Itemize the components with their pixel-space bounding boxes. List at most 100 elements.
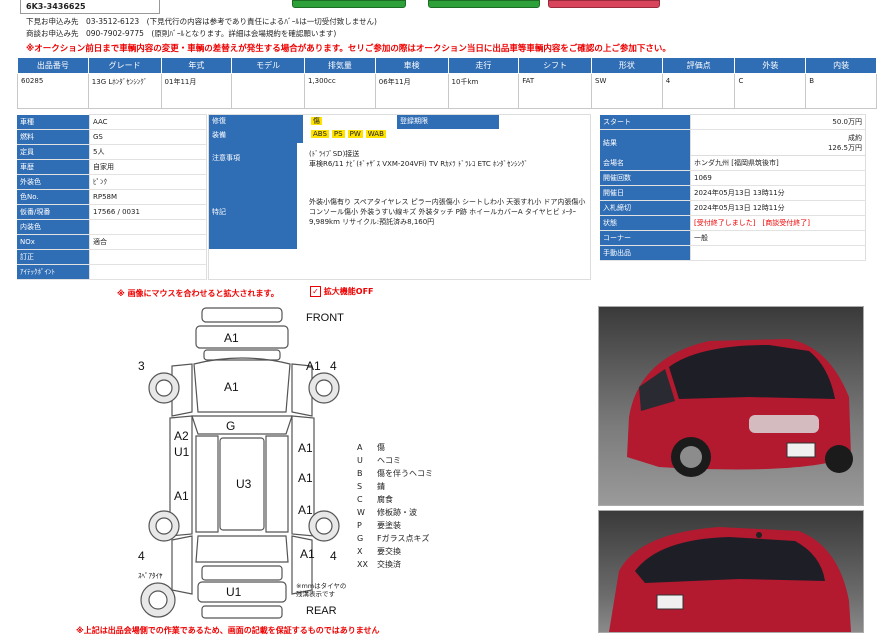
status-value: [受付終了しました] [商談受付終了]	[690, 215, 866, 231]
col-header: モデル	[231, 57, 305, 74]
legend-desc: 交換済	[377, 560, 401, 569]
corner-value: 一般	[690, 230, 866, 246]
col-header: シフト	[518, 57, 593, 74]
cell-shift: FAT	[518, 73, 593, 109]
equipment-label: 装備	[209, 129, 303, 143]
col-header: 評価点	[661, 57, 736, 74]
legend-desc: 傷を伴うヘコミ	[377, 469, 433, 478]
legend-desc: 錆	[377, 482, 385, 491]
cell-mileage: 10千km	[447, 73, 520, 109]
tire-tread: 4	[330, 359, 337, 373]
notes-text: (ﾄﾞﾗｲﾌﾞSD)接送 車検R6/11 ﾅﾋﾞ(ｷﾞｬｻﾞｽ VXM-204V…	[309, 150, 528, 168]
session-value: 1069	[690, 170, 866, 186]
cell-displacement: 1,300cc	[303, 73, 376, 109]
spec-value: ﾋﾟﾝｸ	[89, 174, 207, 190]
damage-mark: U3	[236, 477, 252, 491]
auction-warning: ※オークション前日まで車輌内容の変更・車輌の差替えが発生する場合があります。セリ…	[26, 44, 671, 54]
col-header: 形状	[591, 57, 663, 74]
col-header: 内装	[805, 57, 877, 74]
spare-label: ｽﾍﾟｱﾀｲﾔ	[138, 572, 163, 580]
damage-mark: A1	[298, 471, 313, 485]
auction-label: 手動出品	[600, 245, 691, 261]
green-button[interactable]	[292, 0, 406, 8]
spec-value	[89, 264, 207, 280]
date-value: 2024年05月13日 13時11分	[690, 185, 866, 201]
red-button[interactable]	[548, 0, 660, 8]
rear-label: REAR	[306, 605, 337, 617]
col-header: 外装	[734, 57, 807, 74]
equipment-item: PS	[331, 130, 345, 138]
tire-note: ※mmはタイヤの残溝表示です	[296, 582, 347, 598]
damage-mark: A1	[298, 503, 313, 517]
legend-code: W	[357, 508, 365, 517]
legend-desc: 要塗装	[377, 521, 401, 530]
auction-label: 会場名	[600, 155, 691, 171]
legend-code: X	[357, 547, 363, 556]
checkbox-icon[interactable]: ✓	[310, 286, 321, 297]
legend-code: U	[357, 456, 363, 465]
legend-code: XX	[357, 560, 368, 569]
zoom-toggle[interactable]: ✓ 拡大機能OFF	[310, 286, 374, 297]
spec-label: 仮番/現番	[17, 204, 90, 220]
spec-value	[89, 219, 207, 235]
col-header: 排気量	[303, 57, 376, 74]
spec-value: 5人	[89, 144, 207, 160]
car-photo-front[interactable]	[598, 306, 864, 506]
cell-year: 01年11月	[160, 73, 233, 109]
table-row: 60285 13G Lﾎﾝﾀﾞｾﾝｼﾝｸﾞ 01年11月 1,300cc 06年…	[17, 73, 877, 109]
spec-value: RP58M	[89, 189, 207, 205]
damage-mark: A1	[306, 359, 321, 373]
equipment-item: WAB	[365, 130, 386, 138]
spec-label: 訂正	[17, 249, 90, 265]
damage-mark: A1	[224, 331, 239, 345]
damage-mark: A1	[224, 380, 239, 394]
repair-label: 修復	[209, 115, 303, 129]
damage-mark: U1	[226, 585, 242, 599]
legend-code: S	[357, 482, 363, 491]
legend-code: A	[357, 443, 363, 452]
spec-label: 色No.	[17, 189, 90, 205]
cell-interior: B	[805, 73, 877, 109]
damage-mark: A1	[298, 441, 313, 455]
green-button-2[interactable]	[428, 0, 540, 8]
legend-desc: Fガラス点キズ	[377, 534, 430, 543]
legend-table: A 傷 U ヘコミ B 傷を伴うヘコミ S 錆 C 腐食 W 修板跡・波 P 要塗装 G Fガラ…	[356, 441, 472, 643]
legend-code: P	[357, 521, 362, 530]
auction-label: コーナー	[600, 230, 691, 246]
auction-label: スタート	[600, 114, 691, 130]
col-header: 車検	[374, 57, 449, 74]
cell-inspection: 06年11月	[374, 73, 449, 109]
tire-tread: 4	[330, 549, 337, 563]
result-value: 成約 126.5万円	[690, 129, 866, 156]
spec-value: GS	[89, 129, 207, 145]
auction-table: スタート 50.0万円 結果 成約 126.5万円 会場名 ホンダ九州 [福岡県筑後市]…	[600, 114, 866, 261]
remarks-label: 特記	[209, 173, 297, 249]
cell-exterior: C	[734, 73, 807, 109]
cell-score: 4	[661, 73, 736, 109]
col-header: 年式	[160, 57, 233, 74]
legend-code: G	[357, 534, 364, 543]
equipment-panel: 修復 傷 登録期限 装備 ABS PS PW WAB 注意事項 (ﾄﾞﾗｲﾌﾞSD)接…	[208, 114, 591, 280]
legend-desc: 修板跡・波	[377, 508, 417, 517]
car-photo-rear[interactable]	[598, 510, 864, 633]
deadline-value: 2024年05月13日 12時11分	[690, 200, 866, 216]
certificate-label: 登録期限	[397, 115, 499, 129]
tire-tread: 4	[138, 549, 145, 563]
auction-label: 入札締切	[600, 200, 691, 216]
vehicle-summary-table: 出品番号 グレード 年式 モデル 排気量 車検 走行 シフト 形状 評価点 外装…	[17, 57, 877, 109]
cell-lot-number: 60285	[17, 73, 89, 109]
equipment-item: PW	[347, 130, 363, 138]
auction-label: 開催日	[600, 185, 691, 201]
contact-info: 下見お申込み先 03-3512-6123 (下見代行の内容は参考であり責任による…	[26, 17, 377, 38]
damage-mark: A1	[174, 489, 189, 503]
spec-label: NOx	[17, 234, 90, 250]
auction-label: 結果	[600, 129, 691, 156]
cell-model	[231, 73, 305, 109]
auction-label: 開催回数	[600, 170, 691, 186]
spec-label: 外装色	[17, 174, 90, 190]
tire-tread: 3	[138, 359, 145, 373]
col-header: 出品番号	[17, 57, 89, 74]
spec-value: 17566 / 0031	[89, 204, 207, 220]
venue-value: ホンダ九州 [福岡県筑後市]	[690, 155, 866, 171]
col-header: グレード	[87, 57, 162, 74]
